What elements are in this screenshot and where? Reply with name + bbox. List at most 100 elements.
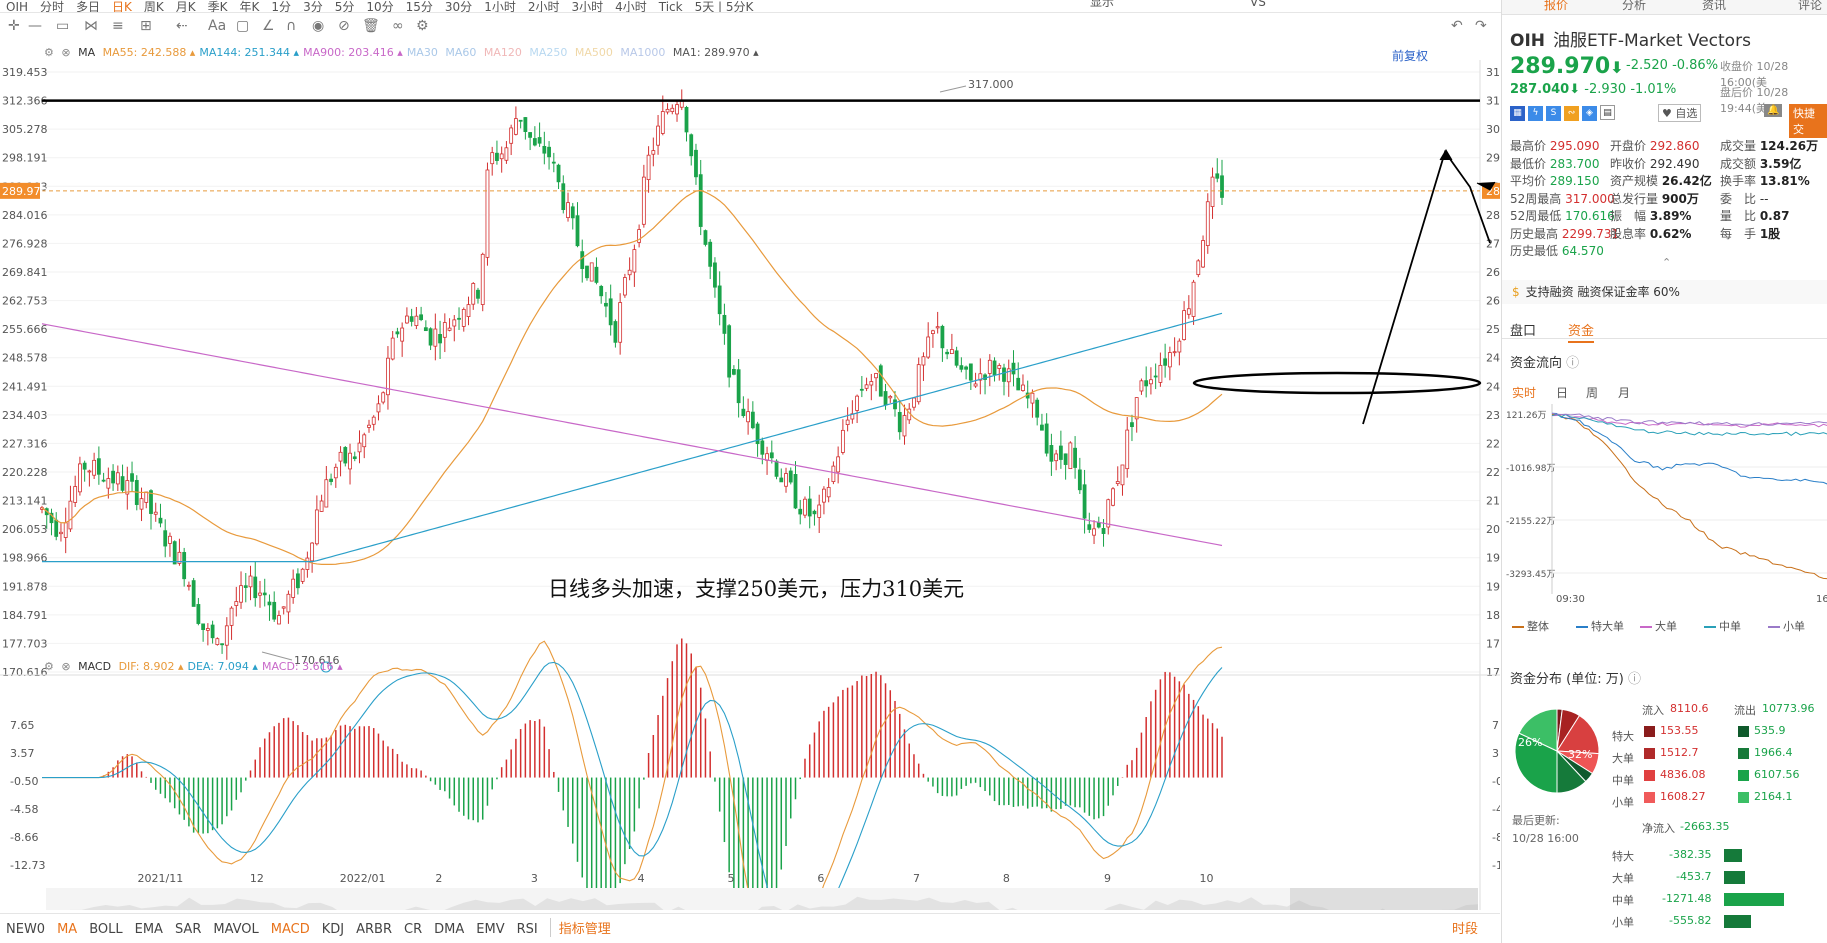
period-tab[interactable]: 5天 | 5分K (689, 1, 760, 12)
tab-orderbook[interactable]: 盘口 (1510, 320, 1536, 339)
indicator-rsi[interactable]: RSI (517, 922, 538, 937)
tab-comments[interactable]: 评论 (1798, 0, 1822, 13)
indicator-kdj[interactable]: KDJ (322, 922, 344, 937)
chain-icon[interactable]: ∾ (1564, 106, 1579, 121)
price-tick: 206.053 (1486, 523, 1500, 536)
indicator-ema[interactable]: EMA (135, 922, 163, 937)
period-tab[interactable]: 2小时 (522, 1, 566, 12)
period-tab[interactable]: 年K (234, 1, 266, 12)
period-tab[interactable]: 分时 (34, 1, 70, 12)
line-tool-icon[interactable]: — (28, 18, 42, 34)
flow-tab-day[interactable]: 日 (1556, 384, 1568, 401)
indicator-emv[interactable]: EMV (476, 922, 504, 937)
settings-icon[interactable]: ⚙ (44, 46, 54, 59)
crosshair-icon[interactable]: ✛ (8, 18, 20, 34)
date-tick: 4 (638, 872, 645, 885)
lock-icon[interactable]: ⊘ (338, 18, 350, 34)
compare-button[interactable]: VS (1244, 0, 1272, 8)
display-menu[interactable]: 显示 (1084, 0, 1120, 8)
price-tick-left: 298.191 (2, 152, 48, 165)
settings-icon[interactable]: ⚙ (44, 660, 54, 673)
indicator-sar[interactable]: SAR (175, 922, 201, 937)
indicator-mavol[interactable]: MAVOL (213, 922, 258, 937)
text-tool-icon[interactable]: Aa (208, 18, 226, 34)
link-icon[interactable]: ∞ (392, 18, 404, 34)
flow-tab-month[interactable]: 月 (1618, 384, 1630, 401)
indicator-cr[interactable]: CR (404, 922, 422, 937)
indicator-new0[interactable]: NEW0 (6, 922, 45, 937)
fund-flow-chart[interactable]: 121.26万 -1016.98万 -2155.22万 -3293.45万 09:30 1… (1502, 404, 1827, 604)
trash-icon[interactable]: 🗑 (362, 18, 380, 34)
tab-funds[interactable]: 资金 (1568, 320, 1595, 343)
arrow-tool-icon[interactable]: ⇠ (176, 18, 188, 34)
lightning-icon[interactable]: ϟ (1528, 106, 1543, 121)
flow-tab-realtime[interactable]: 实时 (1512, 384, 1536, 401)
doc-icon[interactable]: ▤ (1600, 105, 1615, 120)
indicator-dma[interactable]: DMA (434, 922, 464, 937)
period-tab[interactable]: 15分 (400, 1, 439, 12)
session-toggle[interactable]: 时段 (1452, 918, 1478, 937)
period-tab[interactable]: 1分 (265, 1, 297, 12)
eye-icon[interactable]: ◉ (312, 18, 324, 34)
period-tab[interactable]: 1小时 (478, 1, 522, 12)
tab-quote[interactable]: 报价 (1544, 0, 1568, 13)
period-tab[interactable]: Tick (653, 1, 689, 12)
s-icon[interactable]: S (1546, 106, 1561, 121)
period-tab[interactable]: OIH (0, 1, 34, 12)
ruler-icon[interactable]: ∠ (262, 18, 275, 34)
collapse-icon[interactable]: ⌃ (1662, 256, 1671, 269)
rect-tool-icon[interactable]: ▭ (56, 18, 69, 34)
dist-out-swatch (1738, 792, 1749, 803)
flow-legend-item[interactable]: 中单 (1704, 618, 1741, 634)
candle-body (182, 552, 187, 580)
tab-news[interactable]: 资讯 (1702, 0, 1726, 13)
flow-legend-item[interactable]: 小单 (1768, 618, 1805, 634)
net-row-label: 特大 (1612, 850, 1634, 863)
period-tab[interactable]: 月K (170, 1, 202, 12)
indicator-arbr[interactable]: ARBR (356, 922, 392, 937)
watchlist-button[interactable]: ♥ 自选 (1658, 104, 1702, 122)
flow-tab-week[interactable]: 周 (1586, 384, 1598, 401)
period-tab[interactable]: 10分 (360, 1, 399, 12)
period-tab[interactable]: 3小时 (565, 1, 609, 12)
period-tab[interactable]: 5分 (329, 1, 361, 12)
close-icon[interactable]: ⊗ (61, 46, 70, 59)
magnet-icon[interactable]: ∩ (286, 18, 296, 34)
quick-trade-button[interactable]: 快捷交 (1789, 104, 1827, 138)
redo-icon[interactable]: ↷ (1475, 18, 1487, 34)
fork-tool-icon[interactable]: ⋈ (84, 18, 98, 34)
quote-cell: 换手率 13.81% (1720, 172, 1810, 189)
flag-icon[interactable]: ▦ (1510, 106, 1525, 121)
candle-body (300, 568, 305, 582)
candle-body (395, 331, 400, 335)
margin-info: $ 支持融资 融资保证金率 60% (1502, 280, 1827, 304)
fib-tool-icon[interactable]: ⊞ (140, 18, 152, 34)
indicator-ma[interactable]: MA (57, 922, 77, 937)
undo-icon[interactable]: ↶ (1451, 18, 1463, 34)
comment-tool-icon[interactable]: ▢ (236, 18, 249, 34)
tab-analysis[interactable]: 分析 (1622, 0, 1646, 13)
channel-tool-icon[interactable]: ≡ (112, 18, 124, 34)
indicator-macd[interactable]: MACD (271, 922, 310, 937)
flow-legend-item[interactable]: 整体 (1512, 618, 1549, 634)
flow-legend-item[interactable]: 特大单 (1576, 618, 1624, 634)
tag-icon[interactable]: ◈ (1582, 106, 1597, 121)
indicator-manage-link[interactable]: 指标管理 (549, 918, 611, 937)
info-icon[interactable]: ⓘ (1566, 356, 1579, 371)
close-icon[interactable]: ⊗ (61, 660, 70, 673)
period-tab[interactable]: 周K (138, 1, 170, 12)
bell-icon[interactable]: 🔔 (1764, 104, 1783, 117)
period-tab[interactable]: 4小时 (609, 1, 653, 12)
settings-icon[interactable]: ⚙ (416, 18, 429, 34)
info-icon[interactable]: ⓘ (1628, 672, 1641, 687)
candle-body (428, 328, 433, 346)
candle-body (1049, 445, 1054, 462)
indicator-boll[interactable]: BOLL (89, 922, 122, 937)
period-tab[interactable]: 季K (202, 1, 234, 12)
kline-chart[interactable]: 319.453 319.453 312.366 312.366 305.278 305.2… (0, 60, 1500, 910)
period-tab[interactable]: 30分 (439, 1, 478, 12)
period-tab[interactable]: 日K (106, 1, 138, 12)
flow-legend-item[interactable]: 大单 (1640, 618, 1677, 634)
period-tab[interactable]: 多日 (70, 1, 106, 12)
period-tab[interactable]: 3分 (297, 1, 329, 12)
